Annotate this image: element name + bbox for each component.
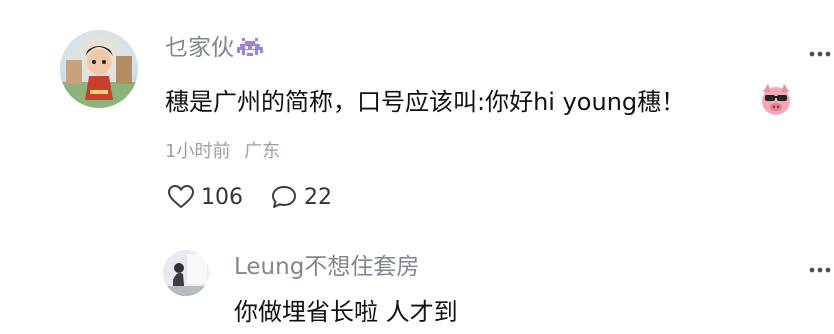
username-label: 乜家伙 (165, 35, 234, 61)
heart-icon (167, 184, 195, 209)
comment-username[interactable]: 乜家伙 (165, 34, 263, 65)
reply-button[interactable]: 22 (270, 184, 332, 210)
reply-count: 22 (304, 184, 332, 210)
more-options-button[interactable] (806, 40, 834, 68)
like-count: 106 (201, 184, 243, 210)
comment-location: 广东 (244, 141, 281, 162)
reply-avatar[interactable] (163, 250, 209, 296)
reply-body: 你做埋省长啦 人才到 (234, 298, 458, 326)
comment-time: 1小时前 (165, 141, 231, 162)
comment-meta: 1小时前 广东 (165, 140, 280, 164)
speech-bubble-icon (272, 186, 296, 208)
reply-more-options-button[interactable] (806, 256, 834, 284)
avatar[interactable] (60, 30, 138, 108)
like-button[interactable]: 106 (167, 184, 243, 210)
avatar-cartoon-figure (60, 46, 138, 108)
pixel-invader-icon (237, 36, 263, 65)
comment-body: 穗是广州的简称，口号应该叫:你好hi young穗！ (165, 88, 686, 116)
reply-username[interactable]: Leung不想住套房 (234, 253, 419, 281)
pig-sunglasses-emoji-icon (757, 80, 795, 122)
avatar-person-window-photo (163, 250, 209, 296)
vertical-dots-icon (809, 267, 831, 273)
vertical-dots-icon (809, 51, 831, 57)
